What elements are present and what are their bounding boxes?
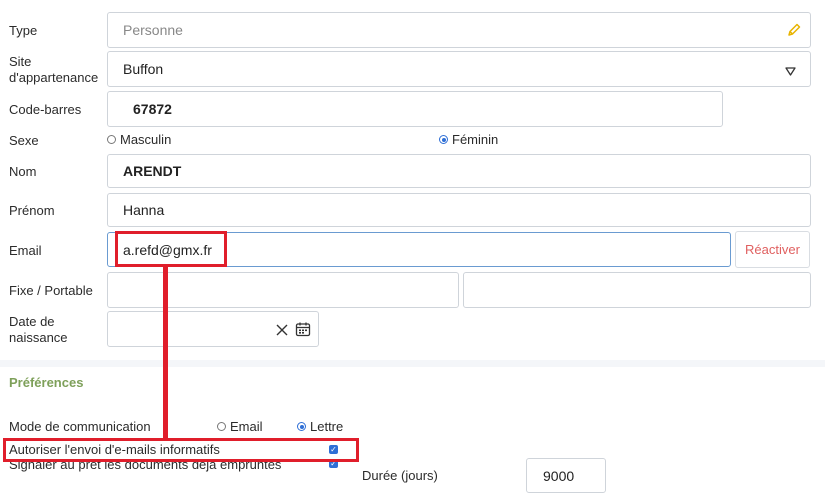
firstname-label: Prénom	[9, 203, 55, 218]
allow-emails-label: Autoriser l'envoi d'e-mails informatifs	[9, 442, 220, 457]
signal-borrowed-label: Signaler au pret les documents deja empr…	[9, 457, 282, 472]
firstname-value: Hanna	[123, 202, 165, 218]
duration-value: 9000	[543, 467, 575, 484]
site-select[interactable]: Buffon	[107, 51, 811, 87]
email-label: Email	[9, 243, 42, 258]
radio-masculin-label: Masculin	[120, 132, 172, 147]
phone-field-2[interactable]	[463, 272, 811, 308]
reactivate-button[interactable]: Réactiver	[735, 231, 810, 268]
type-value: Personne	[123, 22, 183, 38]
radio-email-dot[interactable]	[217, 422, 226, 431]
duration-label: Durée (jours)	[362, 468, 438, 483]
lastname-field[interactable]: ARENDT	[107, 154, 811, 188]
radio-email-label: Email	[230, 419, 263, 434]
type-label: Type	[9, 23, 38, 38]
radio-lettre-dot[interactable]	[297, 422, 306, 431]
barcode-value: 67872	[133, 101, 172, 117]
type-field[interactable]: Personne	[107, 12, 811, 48]
phone-label: Fixe / Portable	[9, 283, 93, 298]
radio-lettre[interactable]: Lettre	[297, 419, 343, 434]
allow-emails-checkbox[interactable]: ✓	[329, 445, 338, 454]
firstname-field[interactable]: Hanna	[107, 193, 811, 227]
barcode-field[interactable]: 67872	[107, 91, 723, 127]
birth-date-field[interactable]	[107, 311, 319, 347]
lastname-label: Nom	[9, 164, 37, 179]
comm-mode-label: Mode de communication	[9, 419, 151, 434]
phone-field-1[interactable]	[107, 272, 459, 308]
chevron-down-icon	[785, 64, 796, 80]
sex-label: Sexe	[9, 133, 39, 148]
radio-feminin[interactable]: Féminin	[439, 132, 498, 147]
lastname-value: ARENDT	[123, 163, 182, 179]
preferences-title: Préférences	[9, 375, 84, 390]
calendar-icon[interactable]	[295, 321, 311, 340]
email-field[interactable]: a.refd@gmx.fr	[107, 232, 731, 267]
radio-email[interactable]: Email	[217, 419, 263, 434]
site-value: Buffon	[123, 61, 164, 77]
clear-icon[interactable]	[276, 323, 288, 339]
birth-label: Date de naissance	[9, 314, 68, 345]
duration-field[interactable]: 9000	[526, 458, 606, 493]
radio-feminin-dot[interactable]	[439, 135, 448, 144]
radio-masculin-dot[interactable]	[107, 135, 116, 144]
barcode-label: Code-barres	[9, 102, 82, 117]
radio-masculin[interactable]: Masculin	[107, 132, 171, 147]
signal-borrowed-checkbox[interactable]: ✓	[329, 459, 338, 468]
radio-lettre-label: Lettre	[310, 419, 344, 434]
radio-feminin-label: Féminin	[452, 132, 499, 147]
pencil-icon[interactable]	[786, 22, 802, 41]
site-label: Site d'appartenance	[9, 54, 99, 85]
email-value: a.refd@gmx.fr	[123, 241, 212, 258]
